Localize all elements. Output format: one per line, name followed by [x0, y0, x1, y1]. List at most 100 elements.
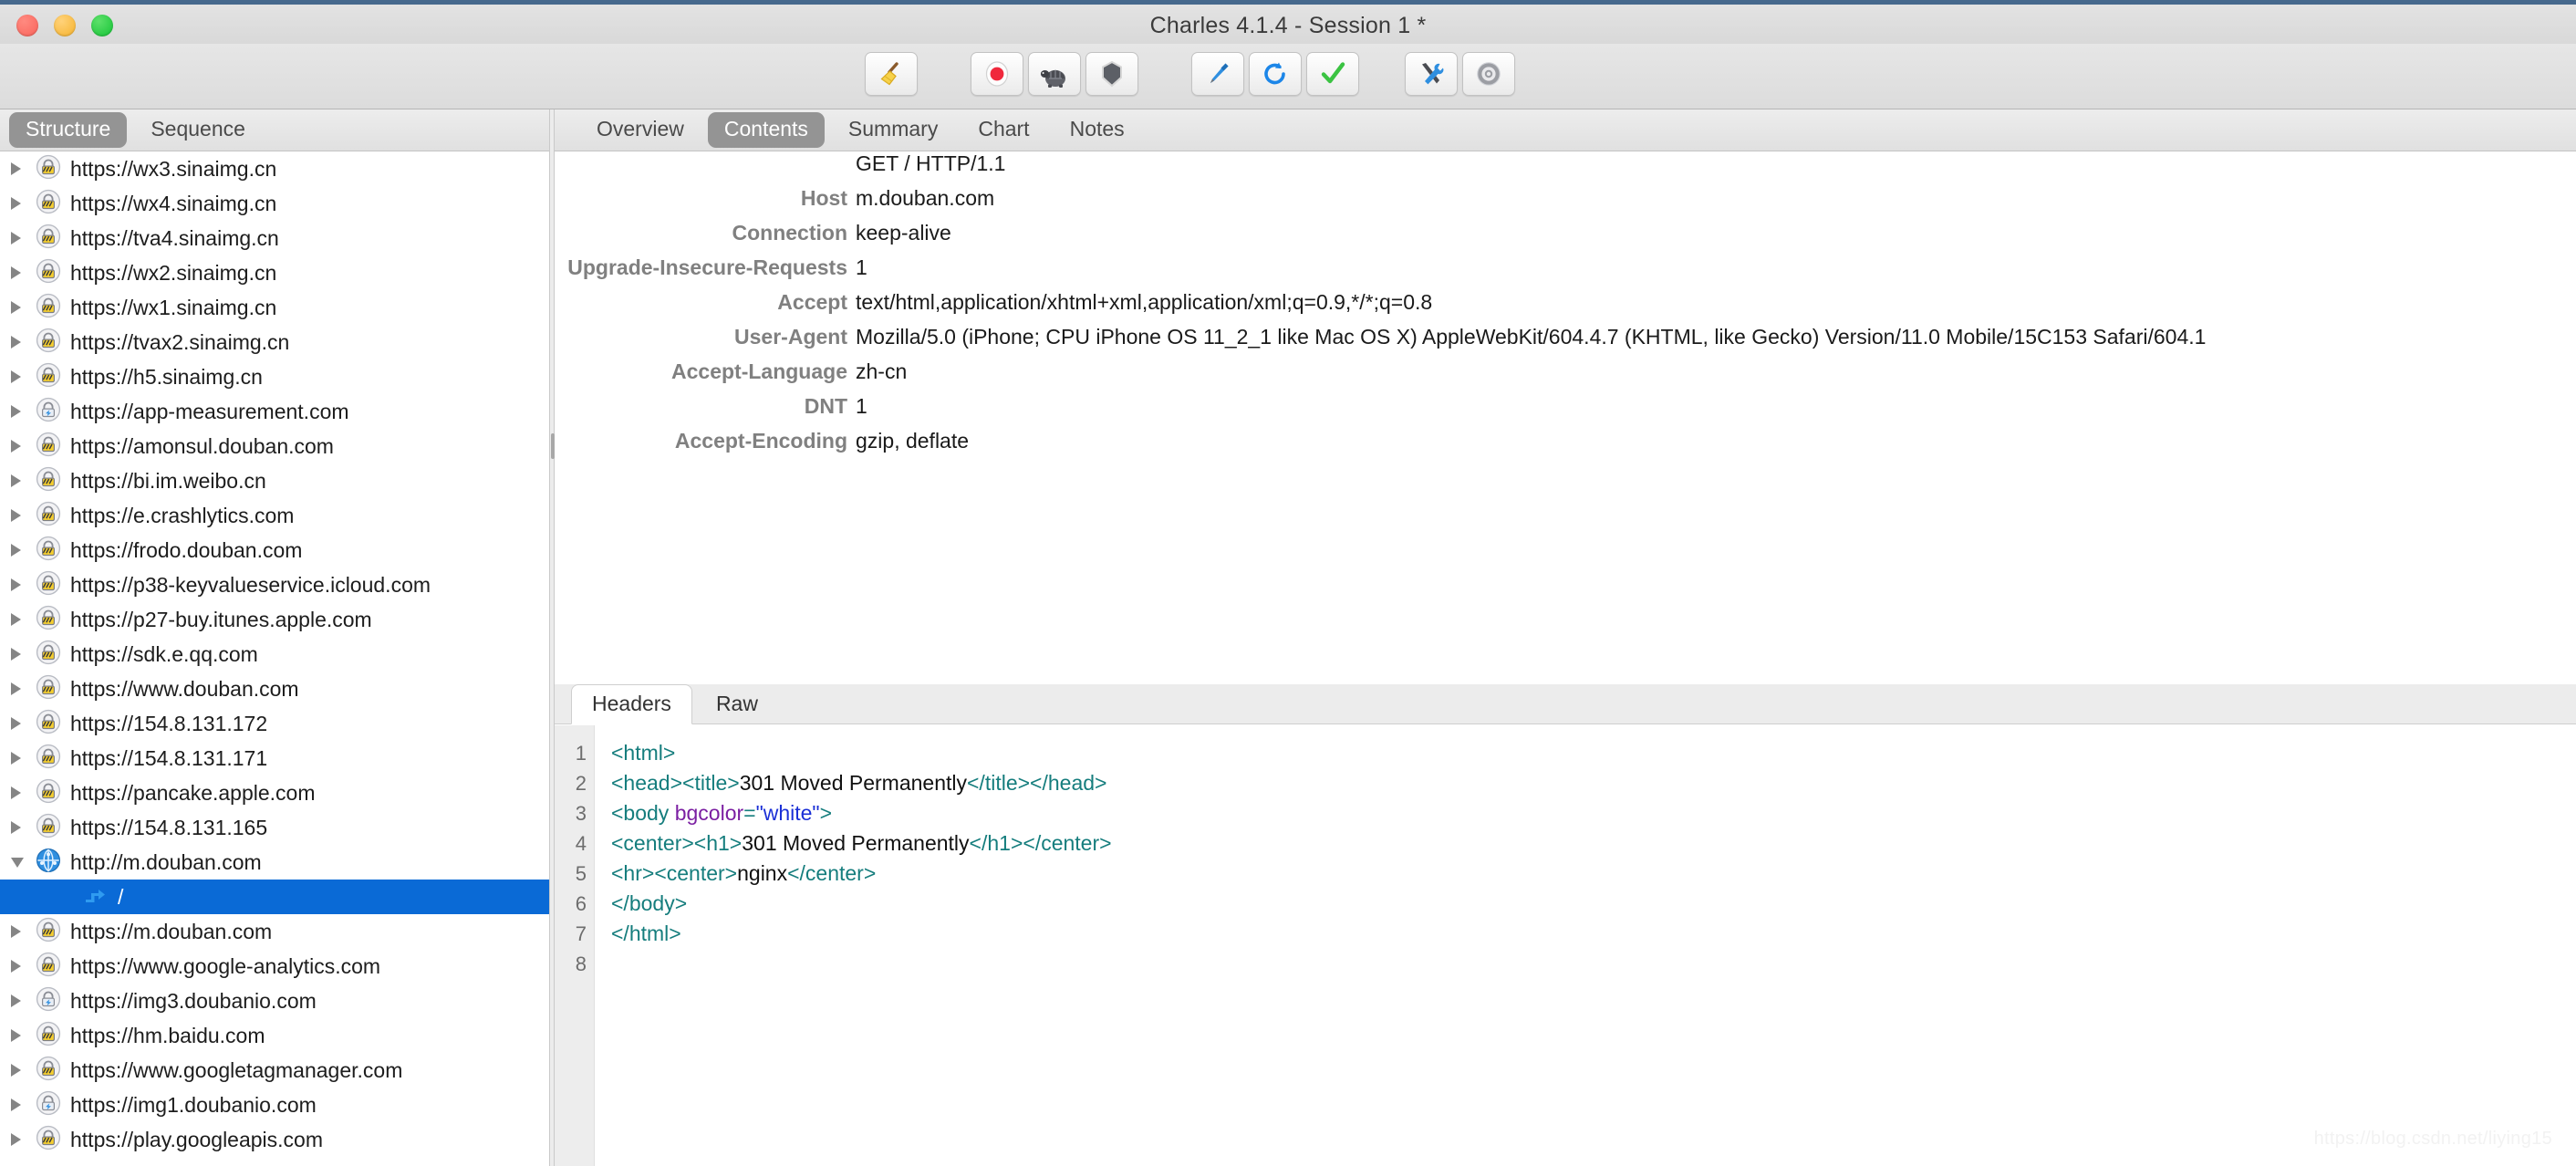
tree-row[interactable]: https://wx2.sinaimg.cn — [0, 255, 549, 290]
code-token-tag: </html> — [611, 921, 681, 945]
header-name: User-Agent — [734, 325, 847, 349]
tree-row[interactable]: https://m.douban.com — [0, 914, 549, 949]
line-number-gutter: 1 2 3 4 5 6 7 8 — [555, 725, 595, 1166]
chevron-right-icon[interactable] — [11, 1133, 35, 1146]
tree-node-label: https://wx3.sinaimg.cn — [70, 156, 277, 181]
tree-row[interactable]: https://frodo.douban.com — [0, 533, 549, 567]
tree-row[interactable]: https://154.8.131.172 — [0, 706, 549, 741]
lock-icon — [36, 952, 61, 982]
tree-row-selected[interactable]: / — [0, 880, 549, 914]
chevron-right-icon[interactable] — [11, 162, 35, 175]
tree-row[interactable]: https://app-measurement.com — [0, 394, 549, 429]
chevron-right-icon[interactable] — [11, 994, 35, 1007]
tree-row[interactable]: https://img3.doubanio.com — [0, 984, 549, 1018]
tree-row[interactable]: https://wx1.sinaimg.cn — [0, 290, 549, 325]
chevron-right-icon[interactable] — [11, 1029, 35, 1042]
tab-summary[interactable]: Summary — [832, 112, 954, 148]
tree-row[interactable]: https://tva4.sinaimg.cn — [0, 221, 549, 255]
line-number: 7 — [575, 922, 587, 945]
chevron-right-icon[interactable] — [11, 613, 35, 626]
tree-node-icon — [35, 224, 62, 254]
header-value: m.douban.com — [856, 186, 995, 210]
repeat-button[interactable] — [1249, 52, 1302, 96]
chevron-right-icon[interactable] — [11, 960, 35, 973]
tab-structure[interactable]: Structure — [9, 112, 128, 148]
tree-row[interactable]: https://amonsul.douban.com — [0, 429, 549, 463]
chevron-right-icon[interactable] — [11, 578, 35, 591]
chevron-right-icon[interactable] — [11, 821, 35, 834]
redirect-arrow-icon — [83, 882, 109, 912]
tab-contents[interactable]: Contents — [707, 112, 825, 148]
tab-headers[interactable]: Headers — [571, 684, 692, 724]
tree-row[interactable]: https://h5.sinaimg.cn — [0, 359, 549, 394]
tree-row[interactable]: https://bi.im.weibo.cn — [0, 463, 549, 498]
tree-node-icon — [35, 952, 62, 982]
chevron-right-icon[interactable] — [11, 440, 35, 453]
tree-row[interactable]: https://wx4.sinaimg.cn — [0, 186, 549, 221]
session-tree[interactable]: https://wx3.sinaimg.cn https://wx4.sinaim… — [0, 151, 549, 1166]
settings-button[interactable] — [1462, 52, 1515, 96]
clear-session-button[interactable] — [865, 52, 918, 96]
tools-button[interactable] — [1405, 52, 1458, 96]
breakpoints-button[interactable] — [1085, 52, 1138, 96]
detail-tabbar: Overview Contents Summary Chart Notes — [555, 109, 2576, 151]
tree-node-label: https://wx4.sinaimg.cn — [70, 191, 277, 215]
chevron-right-icon[interactable] — [11, 232, 35, 245]
chevron-right-icon[interactable] — [11, 405, 35, 418]
record-button[interactable] — [971, 52, 1023, 96]
code-line: </body> — [611, 889, 2576, 919]
chevron-right-icon[interactable] — [11, 474, 35, 487]
tree-node-label: https://img3.doubanio.com — [70, 988, 317, 1013]
tab-notes[interactable]: Notes — [1054, 112, 1141, 148]
chevron-right-icon[interactable] — [11, 266, 35, 279]
tree-row[interactable]: https://sdk.e.qq.com — [0, 637, 549, 671]
tree-node-label: https://p27-buy.itunes.apple.com — [70, 607, 372, 631]
code-token-tag: <center><h1> — [611, 831, 743, 855]
tab-overview[interactable]: Overview — [580, 112, 701, 148]
chevron-right-icon[interactable] — [11, 197, 35, 210]
chevron-right-icon[interactable] — [11, 717, 35, 730]
chevron-right-icon[interactable] — [11, 752, 35, 765]
compose-button[interactable] — [1191, 52, 1244, 96]
chevron-right-icon[interactable] — [11, 648, 35, 661]
chevron-right-icon[interactable] — [11, 682, 35, 695]
tree-row[interactable]: https://play.googleapis.com — [0, 1122, 549, 1157]
code-line: <html> — [611, 738, 2576, 768]
line-number: 3 — [575, 802, 587, 825]
tree-node-label: https://e.crashlytics.com — [70, 503, 295, 527]
tab-sequence[interactable]: Sequence — [134, 112, 262, 148]
tree-row[interactable]: https://www.google-analytics.com — [0, 949, 549, 984]
tree-row[interactable]: https://p38-keyvalueservice.icloud.com — [0, 567, 549, 602]
tree-row[interactable]: https://tvax2.sinaimg.cn — [0, 325, 549, 359]
chevron-right-icon[interactable] — [11, 370, 35, 383]
tab-raw[interactable]: Raw — [696, 685, 778, 724]
lock-icon — [36, 640, 61, 670]
tree-row[interactable]: https://wx3.sinaimg.cn — [0, 151, 549, 186]
tab-chart[interactable]: Chart — [961, 112, 1045, 148]
code-content[interactable]: <html> <head><title>301 Moved Permanently… — [595, 725, 2576, 1166]
chevron-right-icon[interactable] — [11, 509, 35, 522]
code-viewer[interactable]: 12345678 <html> <head><title>301 Moved Pe… — [555, 725, 2576, 1166]
tree-row[interactable]: http://m.douban.com — [0, 845, 549, 880]
chevron-right-icon[interactable] — [11, 1098, 35, 1111]
tree-row[interactable]: https://pancake.apple.com — [0, 776, 549, 810]
chevron-right-icon[interactable] — [11, 301, 35, 314]
tree-row[interactable]: https://www.googletagmanager.com — [0, 1053, 549, 1088]
chevron-right-icon[interactable] — [11, 786, 35, 799]
validate-button[interactable] — [1306, 52, 1359, 96]
tree-row[interactable]: https://e.crashlytics.com — [0, 498, 549, 533]
tree-row[interactable]: https://www.douban.com — [0, 671, 549, 706]
chevron-right-icon[interactable] — [11, 925, 35, 938]
chevron-right-icon[interactable] — [11, 1064, 35, 1077]
chevron-right-icon[interactable] — [11, 544, 35, 557]
chevron-right-icon[interactable] — [11, 336, 35, 349]
throttle-button[interactable] — [1028, 52, 1081, 96]
tree-row[interactable]: https://154.8.131.165 — [0, 810, 549, 845]
tree-row[interactable]: https://hm.baidu.com — [0, 1018, 549, 1053]
tree-node-icon — [35, 744, 62, 774]
tree-row[interactable]: https://img1.doubanio.com — [0, 1088, 549, 1122]
tree-row[interactable]: https://154.8.131.171 — [0, 741, 549, 776]
lock-icon — [36, 189, 61, 219]
chevron-down-icon[interactable] — [11, 857, 35, 868]
tree-row[interactable]: https://p27-buy.itunes.apple.com — [0, 602, 549, 637]
